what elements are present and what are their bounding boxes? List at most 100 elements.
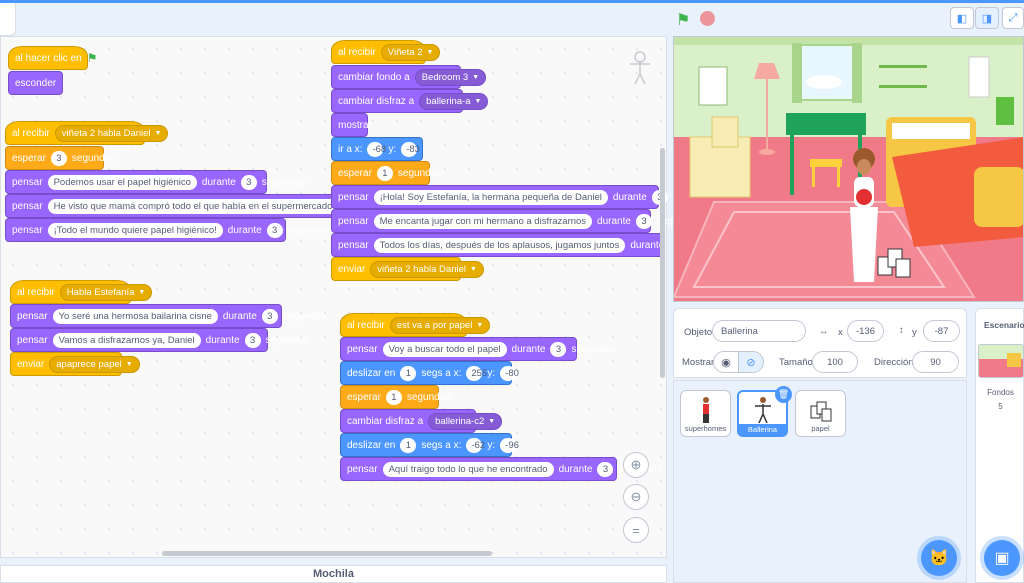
size-label: Tamaño [779, 357, 813, 368]
image-plus-icon: ▣ [994, 550, 1010, 567]
stop-button[interactable] [700, 11, 715, 26]
wait-block[interactable]: esperar 3 segundos [5, 146, 115, 170]
think-for-block[interactable]: pensar ¡Todo el mundo quiere papel higién… [5, 218, 331, 242]
x-input[interactable]: -136 [847, 320, 884, 342]
glide-secs-input[interactable]: 1 [400, 437, 417, 453]
message-dropdown[interactable]: Viñeta 2 ▼ [380, 43, 441, 61]
show-sprite-button[interactable]: ◉ [713, 351, 739, 373]
x-input[interactable]: 255 [466, 365, 487, 381]
goto-xy-block[interactable]: ir a x: -68 y: -83 [331, 137, 423, 161]
message-dropdown[interactable]: apaprece papel ▼ [49, 355, 140, 373]
wait-block[interactable]: esperar 1 segundos [331, 161, 441, 185]
think-for-block[interactable]: pensar Voy a buscar todo el papel durante 3… [340, 337, 615, 361]
size-input[interactable]: 100 [812, 351, 858, 373]
when-flag-clicked-block[interactable]: al hacer clic en ⚑ [8, 46, 97, 70]
when-receive-block[interactable]: al recibir viñeta 2 habla Daniel ▼ [5, 121, 169, 145]
switch-costume-block[interactable]: cambiar disfraz a ballerina-c2 ▼ [340, 409, 503, 433]
when-receive-block[interactable]: al recibir Viñeta 2 ▼ [331, 40, 441, 64]
broadcast-block[interactable]: enviar viñeta 2 habla Daniel ▼ [331, 257, 484, 281]
add-backdrop-button[interactable]: ▣ [984, 540, 1020, 576]
zoom-out-button[interactable]: ⊖ [623, 484, 649, 510]
y-input[interactable]: -83 [401, 141, 420, 157]
fullscreen-button[interactable]: ⤢ [1002, 7, 1024, 29]
think-for-block[interactable]: pensar Me encanta jugar con mi hermano a … [331, 209, 700, 233]
think-for-block[interactable]: pensar Podemos usar el papel higiénico dur… [5, 170, 305, 194]
wait-input[interactable]: 3 [50, 150, 67, 166]
when-receive-block[interactable]: al recibir Habla Estefanía ▼ [10, 280, 153, 304]
horizontal-arrows-icon: ↔ [819, 326, 829, 337]
think-text-input[interactable]: ¡Hola! Soy Estefanía, la hermana pequeña… [373, 189, 608, 205]
think-text-input[interactable]: Vamos a disfrazarnos ya, Daniel [52, 332, 201, 348]
secs-input[interactable]: 3 [550, 341, 567, 357]
glide-block[interactable]: deslizar en 1 segs a x: -62 y: -96 [340, 433, 519, 457]
when-receive-block[interactable]: al recibir est va a por papel ▼ [340, 313, 491, 337]
secs-input[interactable]: 3 [261, 308, 278, 324]
broadcast-block[interactable]: enviar apaprece papel ▼ [10, 352, 140, 376]
wait-block[interactable]: esperar 1 segundos [340, 385, 450, 409]
show-block[interactable]: mostrar [331, 113, 372, 137]
x-input[interactable]: -62 [466, 437, 485, 453]
switch-costume-block[interactable]: cambiar disfraz a ballerina-a ▼ [331, 89, 489, 113]
zoom-reset-button[interactable]: = [623, 517, 649, 543]
show-label: Mostrar [682, 357, 715, 368]
hide-block[interactable]: esconder [8, 71, 63, 95]
secs-input[interactable]: 3 [266, 222, 283, 238]
glide-block[interactable]: deslizar en 1 segs a x: 255 y: -80 [340, 361, 519, 385]
sprite-name-input[interactable]: Ballerina [712, 320, 806, 342]
message-dropdown[interactable]: viñeta 2 habla Daniel ▼ [54, 124, 169, 142]
think-for-block[interactable]: pensar ¡Hola! Soy Estefanía, la hermana p… [331, 185, 716, 209]
small-stage-button[interactable]: ◧ [950, 7, 974, 29]
horizontal-scrollbar[interactable] [162, 551, 492, 556]
y-input[interactable]: -96 [500, 437, 519, 453]
costume-dropdown[interactable]: ballerina-a ▼ [419, 92, 489, 110]
secs-input[interactable]: 3 [244, 332, 261, 348]
think-for-block[interactable]: pensar Todos los días, después de los apl… [331, 233, 665, 257]
y-input[interactable]: -87 [923, 320, 960, 342]
fullscreen-icon: ⤢ [1008, 11, 1018, 24]
think-text-input[interactable]: Yo seré una hermosa bailarina cisne [52, 308, 218, 324]
sprite-thumb-papel[interactable]: papel [795, 390, 846, 437]
message-dropdown[interactable]: viñeta 2 habla Daniel ▼ [370, 260, 484, 278]
costume-dropdown[interactable]: ballerina-c2 ▼ [428, 412, 503, 430]
green-flag-button[interactable]: ⚑ [676, 10, 690, 30]
delete-sprite-button[interactable]: 🗑 [775, 386, 792, 403]
switch-backdrop-block[interactable]: cambiar fondo a Bedroom 3 ▼ [331, 65, 487, 89]
y-input[interactable]: -80 [500, 365, 519, 381]
glide-secs-input[interactable]: 1 [400, 365, 417, 381]
think-text-input[interactable]: Me encanta jugar con mi hermano a disfra… [373, 213, 593, 229]
zoom-in-button[interactable]: ⊕ [623, 452, 649, 478]
think-text-input[interactable]: ¡Todo el mundo quiere papel higiénico! [47, 222, 223, 238]
message-dropdown[interactable]: est va a por papel ▼ [389, 316, 491, 334]
think-text-input[interactable]: Podemos usar el papel higiénico [47, 174, 197, 190]
wait-input[interactable]: 1 [385, 389, 402, 405]
think-text-input[interactable]: Aquí traigo todo lo que he encontrado [382, 461, 554, 477]
wait-input[interactable]: 1 [376, 165, 393, 181]
add-sprite-button[interactable]: 🐱 [921, 540, 957, 576]
zoom-in-icon: ⊕ [630, 457, 642, 472]
backdrop-dropdown[interactable]: Bedroom 3 ▼ [414, 68, 487, 86]
think-text-input[interactable]: He visto que mamá compró todo el que hab… [47, 198, 339, 214]
secs-input[interactable]: 3 [635, 213, 652, 229]
think-text-input[interactable]: Voy a buscar todo el papel [382, 341, 507, 357]
green-flag-icon: ⚑ [86, 51, 98, 65]
x-input[interactable]: -68 [367, 141, 386, 157]
backdrop-thumbnail[interactable] [978, 344, 1024, 378]
think-text-input[interactable]: Todos los días, después de los aplausos,… [373, 237, 626, 253]
think-for-block[interactable]: pensar Vamos a disfrazarnos ya, Daniel dur… [10, 328, 309, 352]
y-label: y [912, 327, 917, 338]
secs-input[interactable]: 3 [597, 461, 614, 477]
superhero-thumbnail-icon [702, 397, 709, 423]
think-for-block[interactable]: pensar Yo seré una hermosa bailarina cisn… [10, 304, 326, 328]
sprite-name: papel [811, 424, 830, 433]
secs-input[interactable]: 3 [240, 174, 257, 190]
eye-icon: ◉ [721, 356, 731, 369]
direction-input[interactable]: 90 [912, 351, 959, 373]
vertical-scrollbar[interactable] [660, 148, 665, 378]
think-for-block[interactable]: pensar Aquí traigo todo lo que he encontr… [340, 457, 662, 481]
hide-sprite-button[interactable]: ⊘ [738, 351, 764, 373]
message-dropdown[interactable]: Habla Estefanía ▼ [59, 283, 153, 301]
backpack-bar[interactable]: Mochila [0, 565, 667, 583]
sprite-thumb-superhomes[interactable]: superhomes [680, 390, 731, 437]
stage-canvas[interactable] [673, 36, 1024, 302]
normal-stage-button[interactable]: ◨ [975, 7, 999, 29]
